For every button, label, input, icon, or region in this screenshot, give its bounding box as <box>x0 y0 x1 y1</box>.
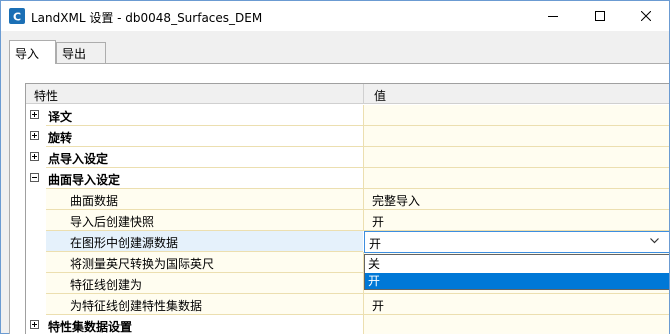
tab-strip: 导入 导出 <box>1 31 669 64</box>
property-cell: 在图形中创建源数据 <box>46 231 363 252</box>
row-gutter <box>26 189 46 210</box>
tab-import-label: 导入 <box>15 47 40 61</box>
property-cell: 译文 <box>46 105 363 126</box>
tab-import[interactable]: 导入 <box>9 40 56 64</box>
property-label: 特征线创建为 <box>70 278 143 292</box>
property-value: 完整导入 <box>372 194 421 208</box>
property-label: 曲面数据 <box>70 194 119 208</box>
property-value: 开 <box>372 299 385 313</box>
civil3d-app-icon: C <box>9 8 25 24</box>
property-cell: 曲面数据 <box>46 189 363 210</box>
minimize-icon <box>548 16 558 17</box>
property-cell: 导入后创建快照 <box>46 210 363 231</box>
property-label: 在图形中创建源数据 <box>70 236 179 250</box>
row-gutter <box>26 210 46 231</box>
category-label: 旋转 <box>48 131 73 145</box>
category-label: 特性集数据设置 <box>48 320 133 334</box>
tab-export-label: 导出 <box>62 47 87 61</box>
value-cell[interactable]: 开 <box>364 294 669 315</box>
property-row-surface-data[interactable]: 曲面数据 完整导入 <box>26 189 669 210</box>
dropdown-option-off[interactable]: 关 <box>365 256 669 272</box>
expand-plus-icon[interactable] <box>30 152 39 161</box>
value-cell[interactable]: 完整导入 <box>364 189 669 210</box>
property-row-create-snapshot[interactable]: 导入后创建快照 开 <box>26 210 669 231</box>
property-value: 开 <box>372 215 385 229</box>
category-row-translation[interactable]: 译文 <box>26 105 669 126</box>
property-label: 为特征线创建特性集数据 <box>70 299 203 313</box>
value-combobox[interactable]: 开 <box>364 231 669 253</box>
property-cell: 特征线创建为 <box>46 273 363 294</box>
landxml-settings-window: C LandXML 设置 - db0048_Surfaces_DEM 导入 导出… <box>0 0 670 334</box>
category-label: 点导入设定 <box>48 152 109 166</box>
value-cell <box>364 105 669 126</box>
maximize-button[interactable] <box>577 1 623 31</box>
value-cell[interactable]: 开 <box>364 210 669 231</box>
value-cell <box>364 126 669 147</box>
category-label: 译文 <box>48 110 73 124</box>
minimize-button[interactable] <box>530 1 576 31</box>
column-divider[interactable] <box>363 84 364 104</box>
grid-header: 特性 值 <box>26 84 669 104</box>
row-gutter <box>26 273 46 294</box>
property-label: 导入后创建快照 <box>70 215 155 229</box>
chevron-down-icon[interactable] <box>650 238 659 244</box>
property-row-create-source-data[interactable]: 在图形中创建源数据 开 <box>26 231 669 253</box>
row-gutter <box>26 294 46 315</box>
property-cell: 旋转 <box>46 126 363 147</box>
category-row-rotation[interactable]: 旋转 <box>26 126 669 147</box>
category-row-point-import[interactable]: 点导入设定 <box>26 147 669 168</box>
category-label: 曲面导入设定 <box>48 173 121 187</box>
collapse-minus-icon[interactable] <box>30 173 39 182</box>
row-gutter <box>26 315 46 334</box>
maximize-icon <box>595 11 605 21</box>
svg-text:C: C <box>13 11 21 24</box>
row-gutter <box>26 147 46 168</box>
property-grid: 特性 值 译文 旋转 点导入设定 曲面导入设定 曲面数据 完整导入 导入后创建快… <box>25 83 669 334</box>
category-row-property-set-settings[interactable]: 特性集数据设置 <box>26 315 669 334</box>
property-cell: 曲面导入设定 <box>46 168 363 189</box>
row-gutter <box>26 105 46 126</box>
window-title: LandXML 设置 - db0048_Surfaces_DEM <box>31 11 263 25</box>
row-gutter <box>26 168 46 189</box>
dropdown-option-label: 关 <box>368 257 381 271</box>
tab-export[interactable]: 导出 <box>56 42 106 63</box>
value-cell <box>364 315 669 334</box>
dropdown-option-label: 开 <box>368 274 381 288</box>
title-bar[interactable]: C LandXML 设置 - db0048_Surfaces_DEM <box>1 1 669 31</box>
category-row-surface-import[interactable]: 曲面导入设定 <box>26 168 669 189</box>
property-cell: 将测量英尺转换为国际英尺 <box>46 252 363 273</box>
expand-plus-icon[interactable] <box>30 110 39 119</box>
close-icon <box>641 11 651 21</box>
expand-plus-icon[interactable] <box>30 131 39 140</box>
close-button[interactable] <box>623 1 669 31</box>
property-cell: 为特征线创建特性集数据 <box>46 294 363 315</box>
header-value: 值 <box>374 89 387 103</box>
property-cell: 特性集数据设置 <box>46 315 363 334</box>
property-label: 将测量英尺转换为国际英尺 <box>70 257 215 271</box>
expand-plus-icon[interactable] <box>30 320 39 329</box>
property-row-breakline-property-set[interactable]: 为特征线创建特性集数据 开 <box>26 294 669 315</box>
row-gutter <box>26 252 46 273</box>
dropdown-list: 关 开 <box>364 254 669 290</box>
combobox-value: 开 <box>369 237 382 251</box>
row-gutter <box>26 126 46 147</box>
row-gutter <box>26 231 46 252</box>
property-cell: 点导入设定 <box>46 147 363 168</box>
header-property: 特性 <box>34 89 59 103</box>
value-cell <box>364 147 669 168</box>
value-cell <box>364 168 669 189</box>
dropdown-option-on[interactable]: 开 <box>365 273 669 289</box>
